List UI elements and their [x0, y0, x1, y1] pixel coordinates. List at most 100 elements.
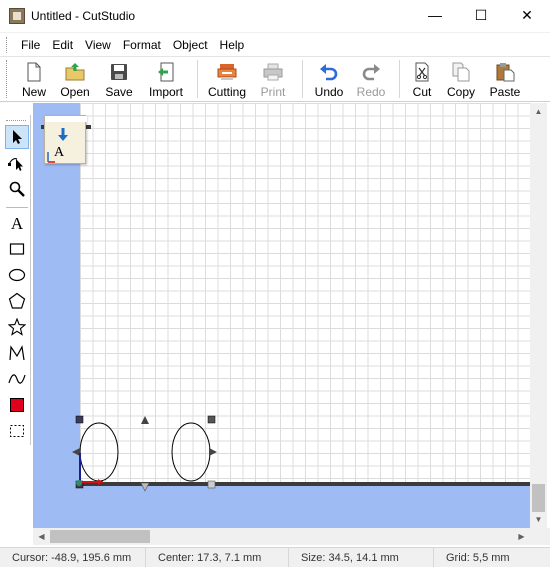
node-edit-tool-icon — [8, 158, 23, 171]
status-grid: Grid: 5,5 mm — [446, 551, 510, 564]
tool-palette: A — [3, 115, 31, 445]
origin-marker-icon — [76, 453, 103, 486]
text-tool[interactable]: A — [5, 211, 29, 235]
maximize-button[interactable]: ☐ — [458, 0, 504, 30]
canvas-area[interactable]: A — [33, 103, 530, 528]
toolbar-separator — [399, 60, 400, 98]
close-button[interactable]: ✕ — [504, 0, 550, 30]
selection-frame-tool[interactable] — [5, 419, 29, 443]
import-label: Import — [148, 85, 183, 99]
zoom-tool[interactable] — [5, 177, 29, 201]
select-tool-icon — [13, 130, 22, 144]
menu-view[interactable]: View — [79, 33, 117, 57]
node-edit-tool[interactable] — [5, 151, 29, 175]
minimize-button[interactable]: — — [412, 0, 458, 30]
undo-label: Undo — [314, 85, 344, 99]
color-fill-icon — [10, 398, 24, 412]
scroll-right-arrow-icon[interactable]: ▶ — [513, 528, 530, 545]
printer-icon — [263, 63, 283, 81]
print-button[interactable]: Print — [250, 57, 296, 101]
save-disk-icon — [111, 64, 127, 80]
rotate-handle-top[interactable] — [141, 416, 149, 424]
zoom-tool-icon — [9, 181, 25, 197]
menu-object[interactable]: Object — [167, 33, 214, 57]
cut-scissors-icon — [415, 62, 429, 82]
open-folder-icon — [65, 63, 85, 81]
window-controls: — ☐ ✕ — [412, 0, 550, 30]
scroll-down-arrow-icon[interactable]: ▼ — [530, 511, 547, 528]
polygon-tool-icon — [8, 292, 26, 309]
copy-button[interactable]: Copy — [438, 57, 484, 101]
redo-arrow-icon — [362, 64, 380, 81]
star-tool[interactable] — [5, 315, 29, 339]
main-toolbar: New Open Save Import Cutting Print Undo … — [0, 56, 550, 102]
toolbar-separator — [197, 60, 198, 98]
vertical-scroll-thumb[interactable] — [532, 484, 545, 512]
save-label: Save — [105, 85, 133, 99]
undo-button[interactable]: Undo — [309, 57, 349, 101]
selection-frame-icon — [10, 425, 24, 437]
cutting-label: Cutting — [207, 85, 247, 99]
vertical-scrollbar[interactable]: ▲ ▼ — [530, 103, 547, 528]
toolbar-grip[interactable] — [6, 60, 9, 98]
copy-label: Copy — [446, 85, 475, 99]
tool-palette-grip[interactable] — [6, 120, 26, 123]
open-button[interactable]: Open — [53, 57, 97, 101]
status-bar: Cursor: -48.9, 195.6 mm Center: 17.3, 7.… — [0, 547, 550, 567]
menu-edit[interactable]: Edit — [46, 33, 79, 57]
ellipse-tool[interactable] — [5, 263, 29, 287]
ellipse-tool-icon — [8, 268, 26, 282]
cutting-button[interactable]: Cutting — [204, 57, 250, 101]
new-button[interactable]: New — [15, 57, 53, 101]
drawing-overlay — [72, 415, 217, 492]
menu-help[interactable]: Help — [214, 33, 251, 57]
menu-format[interactable]: Format — [117, 33, 167, 57]
paste-clipboard-icon — [496, 63, 515, 82]
select-tool[interactable] — [5, 125, 29, 149]
undo-arrow-icon — [320, 64, 338, 81]
paste-label: Paste — [489, 85, 521, 99]
ellipse-shape-left[interactable] — [79, 422, 119, 482]
polyline-tool[interactable] — [5, 341, 29, 365]
redo-label: Redo — [356, 85, 386, 99]
rotate-handle-left[interactable] — [72, 448, 80, 456]
save-button[interactable]: Save — [97, 57, 141, 101]
tool-separator — [6, 207, 28, 208]
copy-icon — [452, 62, 470, 82]
rotate-handle-right[interactable] — [209, 448, 217, 456]
title-bar: Untitled - CutStudio — ☐ ✕ — [0, 0, 550, 32]
rectangle-tool-icon — [9, 243, 25, 255]
new-document-icon — [27, 62, 41, 82]
toolbar-separator — [302, 60, 303, 98]
menu-file[interactable]: File — [15, 33, 46, 57]
rectangle-tool[interactable] — [5, 237, 29, 261]
redo-button[interactable]: Redo — [349, 57, 393, 101]
horizontal-scroll-thumb[interactable] — [50, 530, 150, 543]
scrollbar-corner — [530, 528, 550, 545]
curve-tool-icon — [8, 374, 26, 384]
polyline-tool-icon — [9, 345, 25, 361]
resize-handle-top-right[interactable] — [207, 415, 216, 424]
resize-handle-bottom-right[interactable] — [207, 480, 216, 489]
fill-color-tool[interactable] — [5, 393, 29, 417]
window-title: Untitled - CutStudio — [31, 9, 136, 23]
import-button[interactable]: Import — [141, 57, 191, 101]
open-label: Open — [60, 85, 90, 99]
print-label: Print — [260, 85, 286, 99]
scroll-left-arrow-icon[interactable]: ◀ — [33, 528, 50, 545]
import-icon — [158, 62, 174, 82]
ellipse-shape-right[interactable] — [171, 422, 211, 482]
rotate-handle-bottom[interactable] — [140, 482, 150, 492]
star-tool-icon — [8, 318, 26, 336]
scroll-up-arrow-icon[interactable]: ▲ — [530, 103, 547, 120]
menu-grip[interactable] — [6, 36, 9, 53]
cut-button[interactable]: Cut — [406, 57, 438, 101]
status-cursor: Cursor: -48.9, 195.6 mm — [0, 547, 146, 567]
cutting-machine-icon — [217, 64, 237, 80]
horizontal-scrollbar[interactable]: ◀ ▶ — [33, 528, 530, 545]
paste-button[interactable]: Paste — [484, 57, 526, 101]
polygon-tool[interactable] — [5, 289, 29, 313]
resize-handle-top-left[interactable] — [75, 415, 84, 424]
app-icon — [9, 8, 25, 24]
curve-tool[interactable] — [5, 367, 29, 391]
